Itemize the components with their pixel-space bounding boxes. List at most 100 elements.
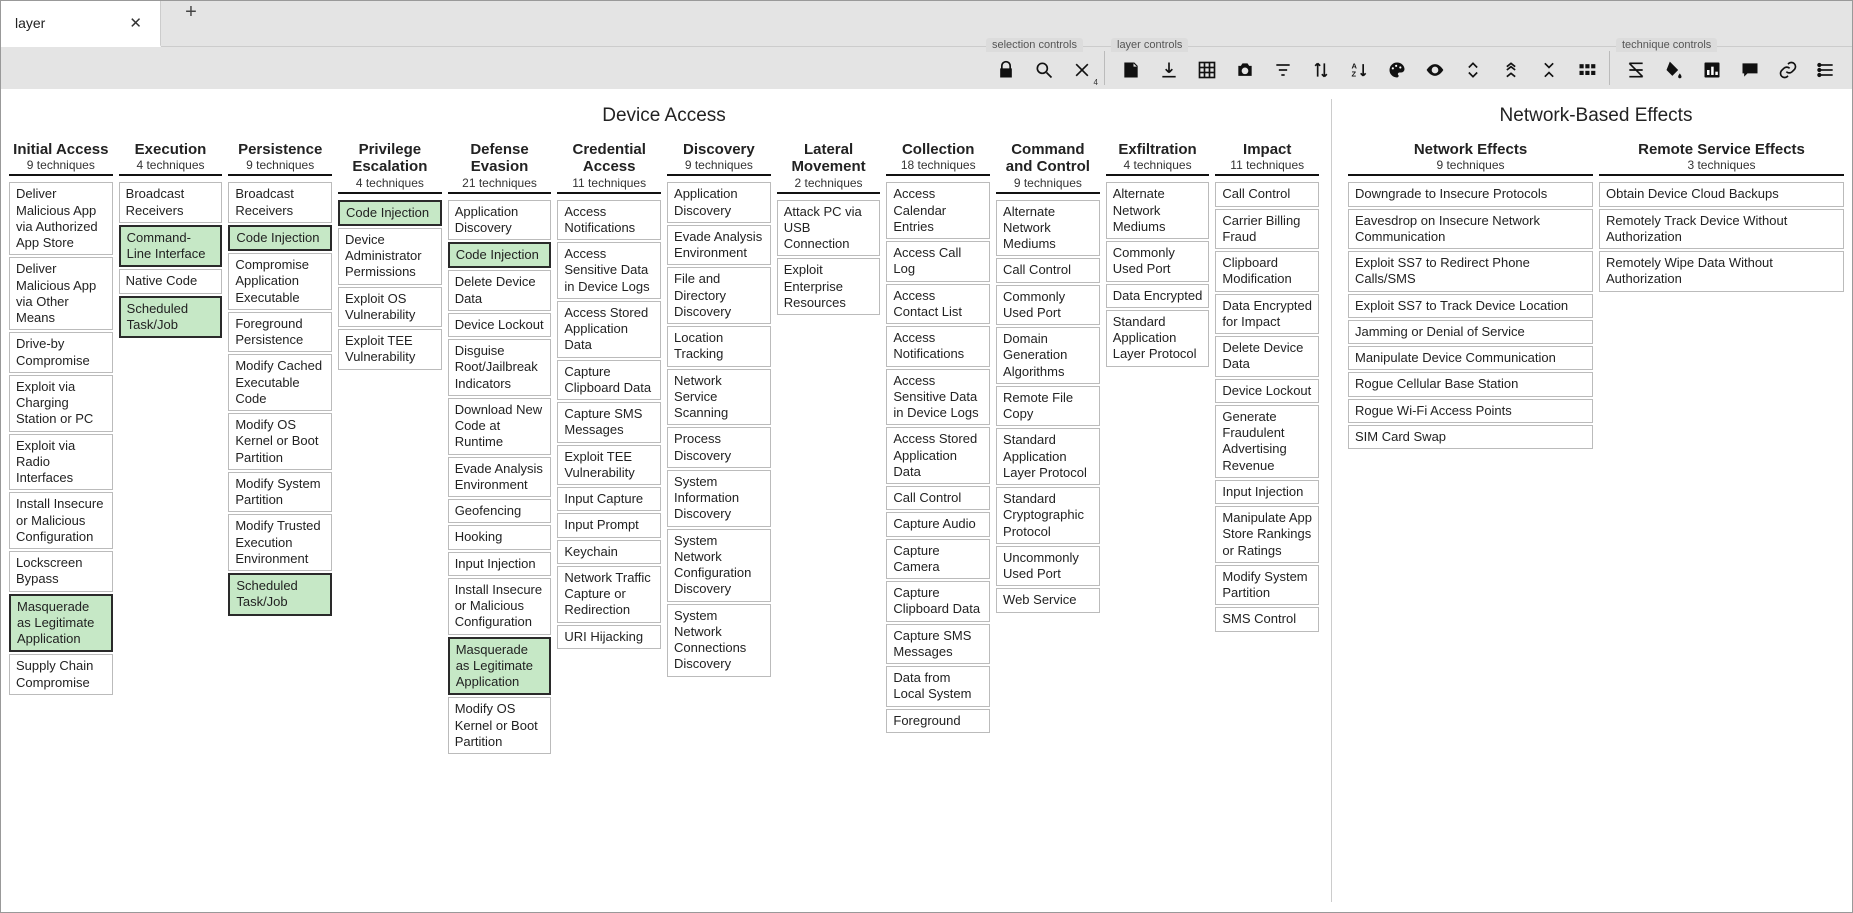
lock-icon[interactable]: [990, 55, 1022, 85]
technique-cell[interactable]: Uncommonly Used Port: [996, 546, 1100, 587]
technique-cell[interactable]: Input Prompt: [557, 513, 661, 537]
technique-cell[interactable]: Modify System Partition: [1215, 565, 1319, 606]
technique-cell[interactable]: Network Traffic Capture or Redirection: [557, 566, 661, 623]
comment-icon[interactable]: [1734, 55, 1766, 85]
expand-sub-icon[interactable]: [1495, 55, 1527, 85]
eye-icon[interactable]: [1419, 55, 1451, 85]
technique-cell[interactable]: Broadcast Receivers: [119, 182, 223, 223]
technique-cell[interactable]: Location Tracking: [667, 326, 771, 367]
technique-cell[interactable]: Standard Cryptographic Protocol: [996, 487, 1100, 544]
technique-cell[interactable]: Modify OS Kernel or Boot Partition: [448, 697, 552, 754]
tactic-header[interactable]: Exfiltration4 techniques: [1106, 141, 1210, 176]
technique-cell[interactable]: Exploit TEE Vulnerability: [557, 445, 661, 486]
technique-cell[interactable]: Capture Camera: [886, 539, 990, 580]
technique-cell[interactable]: Deliver Malicious App via Other Means: [9, 257, 113, 330]
matrix-layout-icon[interactable]: [1571, 55, 1603, 85]
technique-cell[interactable]: Access Sensitive Data in Device Logs: [557, 242, 661, 299]
technique-cell[interactable]: Disguise Root/Jailbreak Indicators: [448, 339, 552, 396]
technique-cell[interactable]: Domain Generation Algorithms: [996, 327, 1100, 384]
tactic-header[interactable]: Remote Service Effects3 techniques: [1599, 141, 1844, 176]
technique-cell[interactable]: Native Code: [119, 269, 223, 293]
tactic-header[interactable]: Initial Access9 techniques: [9, 141, 113, 176]
technique-cell[interactable]: Hooking: [448, 525, 552, 549]
technique-cell[interactable]: System Network Configuration Discovery: [667, 529, 771, 602]
technique-cell[interactable]: Scheduled Task/Job: [119, 296, 223, 339]
technique-cell[interactable]: Keychain: [557, 540, 661, 564]
technique-cell[interactable]: Commonly Used Port: [1106, 241, 1210, 282]
technique-cell[interactable]: Standard Application Layer Protocol: [996, 428, 1100, 485]
technique-cell[interactable]: Application Discovery: [448, 200, 552, 241]
technique-cell[interactable]: Drive-by Compromise: [9, 332, 113, 373]
technique-cell[interactable]: Eavesdrop on Insecure Network Communicat…: [1348, 209, 1593, 250]
camera-icon[interactable]: [1229, 55, 1261, 85]
palette-icon[interactable]: [1381, 55, 1413, 85]
expand-icon[interactable]: [1457, 55, 1489, 85]
technique-cell[interactable]: Access Notifications: [886, 326, 990, 367]
technique-cell[interactable]: Application Discovery: [667, 182, 771, 223]
technique-cell[interactable]: Remote File Copy: [996, 386, 1100, 427]
technique-cell[interactable]: File and Directory Discovery: [667, 267, 771, 324]
technique-cell[interactable]: Exploit SS7 to Track Device Location: [1348, 294, 1593, 318]
technique-cell[interactable]: Access Notifications: [557, 200, 661, 241]
technique-cell[interactable]: Supply Chain Compromise: [9, 654, 113, 695]
tactic-header[interactable]: Discovery9 techniques: [667, 141, 771, 176]
tab-layer[interactable]: layer ✕: [1, 1, 161, 47]
technique-cell[interactable]: Alternate Network Mediums: [1106, 182, 1210, 239]
sort-az-icon[interactable]: AZ: [1343, 55, 1375, 85]
technique-cell[interactable]: Call Control: [1215, 182, 1319, 206]
technique-cell[interactable]: Masquerade as Legitimate Application: [9, 594, 113, 653]
collapse-icon[interactable]: [1533, 55, 1565, 85]
technique-cell[interactable]: Exploit via Radio Interfaces: [9, 434, 113, 491]
technique-cell[interactable]: Exploit SS7 to Redirect Phone Calls/SMS: [1348, 251, 1593, 292]
technique-cell[interactable]: Manipulate App Store Rankings or Ratings: [1215, 506, 1319, 563]
technique-cell[interactable]: Install Insecure or Malicious Configurat…: [448, 578, 552, 635]
technique-cell[interactable]: Delete Device Data: [448, 270, 552, 311]
technique-cell[interactable]: Access Sensitive Data in Device Logs: [886, 369, 990, 426]
technique-cell[interactable]: Modify Trusted Execution Environment: [228, 514, 332, 571]
technique-cell[interactable]: Modify System Partition: [228, 472, 332, 513]
paint-bucket-icon[interactable]: [1658, 55, 1690, 85]
technique-cell[interactable]: Geofencing: [448, 499, 552, 523]
technique-cell[interactable]: SMS Control: [1215, 607, 1319, 631]
tactic-header[interactable]: Defense Evasion21 techniques: [448, 141, 552, 194]
tactic-header[interactable]: Persistence9 techniques: [228, 141, 332, 176]
technique-cell[interactable]: Rogue Cellular Base Station: [1348, 372, 1593, 396]
technique-cell[interactable]: Code Injection: [228, 225, 332, 251]
technique-cell[interactable]: Lockscreen Bypass: [9, 551, 113, 592]
technique-cell[interactable]: Code Injection: [338, 200, 442, 226]
technique-cell[interactable]: Evade Analysis Environment: [448, 457, 552, 498]
technique-cell[interactable]: Commonly Used Port: [996, 285, 1100, 326]
score-icon[interactable]: [1696, 55, 1728, 85]
technique-cell[interactable]: Carrier Billing Fraud: [1215, 209, 1319, 250]
technique-cell[interactable]: Input Injection: [448, 552, 552, 576]
technique-cell[interactable]: Foreground Persistence: [228, 312, 332, 353]
technique-cell[interactable]: Access Stored Application Data: [557, 301, 661, 358]
technique-cell[interactable]: Data Encrypted for Impact: [1215, 294, 1319, 335]
technique-cell[interactable]: Install Insecure or Malicious Configurat…: [9, 492, 113, 549]
technique-cell[interactable]: Downgrade to Insecure Protocols: [1348, 182, 1593, 206]
technique-cell[interactable]: Exploit via Charging Station or PC: [9, 375, 113, 432]
technique-cell[interactable]: Clipboard Modification: [1215, 251, 1319, 292]
technique-cell[interactable]: Manipulate Device Communication: [1348, 346, 1593, 370]
technique-cell[interactable]: Modify Cached Executable Code: [228, 354, 332, 411]
technique-cell[interactable]: Web Service: [996, 588, 1100, 612]
metadata-icon[interactable]: [1810, 55, 1842, 85]
technique-cell[interactable]: Capture SMS Messages: [886, 624, 990, 665]
technique-cell[interactable]: Attack PC via USB Connection: [777, 200, 881, 257]
tactic-header[interactable]: Lateral Movement2 techniques: [777, 141, 881, 194]
technique-cell[interactable]: Capture Clipboard Data: [557, 360, 661, 401]
link-icon[interactable]: [1772, 55, 1804, 85]
download-icon[interactable]: [1153, 55, 1185, 85]
technique-cell[interactable]: Modify OS Kernel or Boot Partition: [228, 413, 332, 470]
technique-cell[interactable]: Exploit OS Vulnerability: [338, 287, 442, 328]
tactic-header[interactable]: Privilege Escalation4 techniques: [338, 141, 442, 194]
new-tab-button[interactable]: +: [161, 1, 221, 24]
technique-cell[interactable]: Remotely Track Device Without Authorizat…: [1599, 209, 1844, 250]
technique-cell[interactable]: Capture Clipboard Data: [886, 581, 990, 622]
tactic-header[interactable]: Execution4 techniques: [119, 141, 223, 176]
tactic-header[interactable]: Credential Access11 techniques: [557, 141, 661, 194]
tactic-header[interactable]: Network Effects9 techniques: [1348, 141, 1593, 176]
technique-cell[interactable]: Process Discovery: [667, 427, 771, 468]
technique-cell[interactable]: Obtain Device Cloud Backups: [1599, 182, 1844, 206]
filter-icon[interactable]: [1267, 55, 1299, 85]
